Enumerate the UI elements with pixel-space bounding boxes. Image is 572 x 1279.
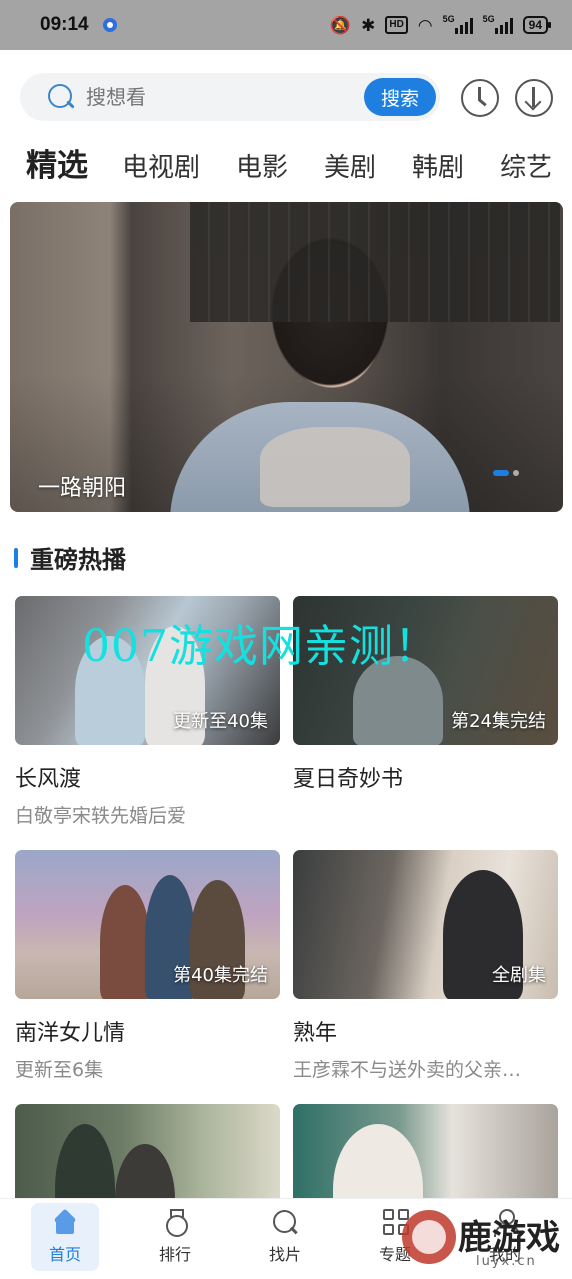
tab-movies[interactable]: 电影 (236, 147, 288, 184)
category-tabs: 精选 电视剧 电影 美剧 韩剧 综艺 (26, 140, 572, 185)
status-icons: 🔕 ✱ HD ◠ 5G 5G 94 (329, 14, 552, 35)
episode-badge: 第24集完结 (451, 711, 546, 732)
episode-badge: 更新至40集 (173, 711, 268, 732)
nav-home[interactable]: 首页 (31, 1203, 99, 1271)
episode-badge: 全剧集 (492, 965, 546, 986)
battery-icon: 94 (522, 16, 552, 34)
nav-ranking[interactable]: 排行 (141, 1203, 209, 1271)
pager-dot (513, 470, 519, 476)
signal-icon-2: 5G (483, 14, 513, 34)
signal-icon: 5G (443, 14, 473, 34)
show-title: 熟年 (293, 1021, 338, 1046)
home-icon (51, 1209, 79, 1235)
status-time: 09:14 (40, 14, 89, 35)
download-icon[interactable] (515, 79, 553, 117)
section-header: 重磅热播 (14, 540, 126, 575)
site-logo-text: 鹿游戏 (458, 1218, 560, 1258)
nav-label: 找片 (268, 1245, 301, 1264)
tab-us-drama[interactable]: 美剧 (324, 147, 376, 184)
nav-find[interactable]: 找片 (251, 1203, 319, 1271)
tab-variety[interactable]: 综艺 (500, 147, 552, 184)
site-logo-url: luyx.cn (476, 1254, 537, 1269)
tab-tv-series[interactable]: 电视剧 (122, 147, 200, 184)
deer-logo-icon (402, 1210, 456, 1264)
mute-bell-icon: 🔕 (329, 15, 352, 35)
show-card[interactable]: 全剧集 熟年 王彦霖不与送外卖的父亲… (293, 850, 558, 1082)
nav-label: 首页 (48, 1245, 81, 1264)
search-icon (271, 1209, 299, 1235)
nav-label: 排行 (158, 1245, 191, 1264)
section-accent-bar (14, 547, 18, 568)
history-clock-icon[interactable] (461, 79, 499, 117)
wifi-icon: ◠ (417, 15, 433, 35)
search-button[interactable]: 搜索 (364, 78, 436, 116)
site-logo: 鹿游戏 luyx.cn (402, 1204, 572, 1279)
search-input[interactable] (86, 85, 336, 109)
show-title: 长风渡 (15, 767, 82, 792)
show-card[interactable]: 第40集完结 南洋女儿情 更新至6集 (15, 850, 280, 1082)
show-thumbnail[interactable]: 全剧集 (293, 850, 558, 999)
show-subtitle: 白敬亭宋轶先婚后爱 (15, 805, 187, 827)
search-icon (46, 82, 76, 112)
banner-title: 一路朝阳 (38, 476, 127, 501)
show-subtitle: 王彦霖不与送外卖的父亲… (293, 1059, 522, 1081)
featured-banner[interactable]: 一路朝阳 (10, 202, 563, 512)
status-bar: 09:14 🔕 ✱ HD ◠ 5G 5G 94 (0, 0, 572, 50)
banner-background-window (190, 202, 560, 322)
search-box[interactable]: 搜索 (20, 73, 440, 121)
tab-korean-drama[interactable]: 韩剧 (412, 147, 464, 184)
tab-featured[interactable]: 精选 (26, 140, 88, 185)
medal-icon (161, 1209, 189, 1237)
banner-pager (493, 470, 519, 476)
bluetooth-icon: ✱ (361, 15, 376, 35)
banner-figure-scarf (260, 427, 410, 507)
pager-dot-active (493, 470, 509, 476)
episode-badge: 第40集完结 (173, 965, 268, 986)
show-title: 夏日奇妙书 (293, 767, 404, 792)
section-title: 重磅热播 (30, 546, 126, 574)
app-notification-icon (102, 18, 117, 32)
hd-voice-icon: HD (385, 16, 408, 34)
show-thumbnail[interactable]: 第40集完结 (15, 850, 280, 999)
show-title: 南洋女儿情 (15, 1021, 126, 1046)
watermark-text: 007游戏网亲测！ (82, 621, 439, 672)
show-subtitle: 更新至6集 (15, 1059, 104, 1081)
